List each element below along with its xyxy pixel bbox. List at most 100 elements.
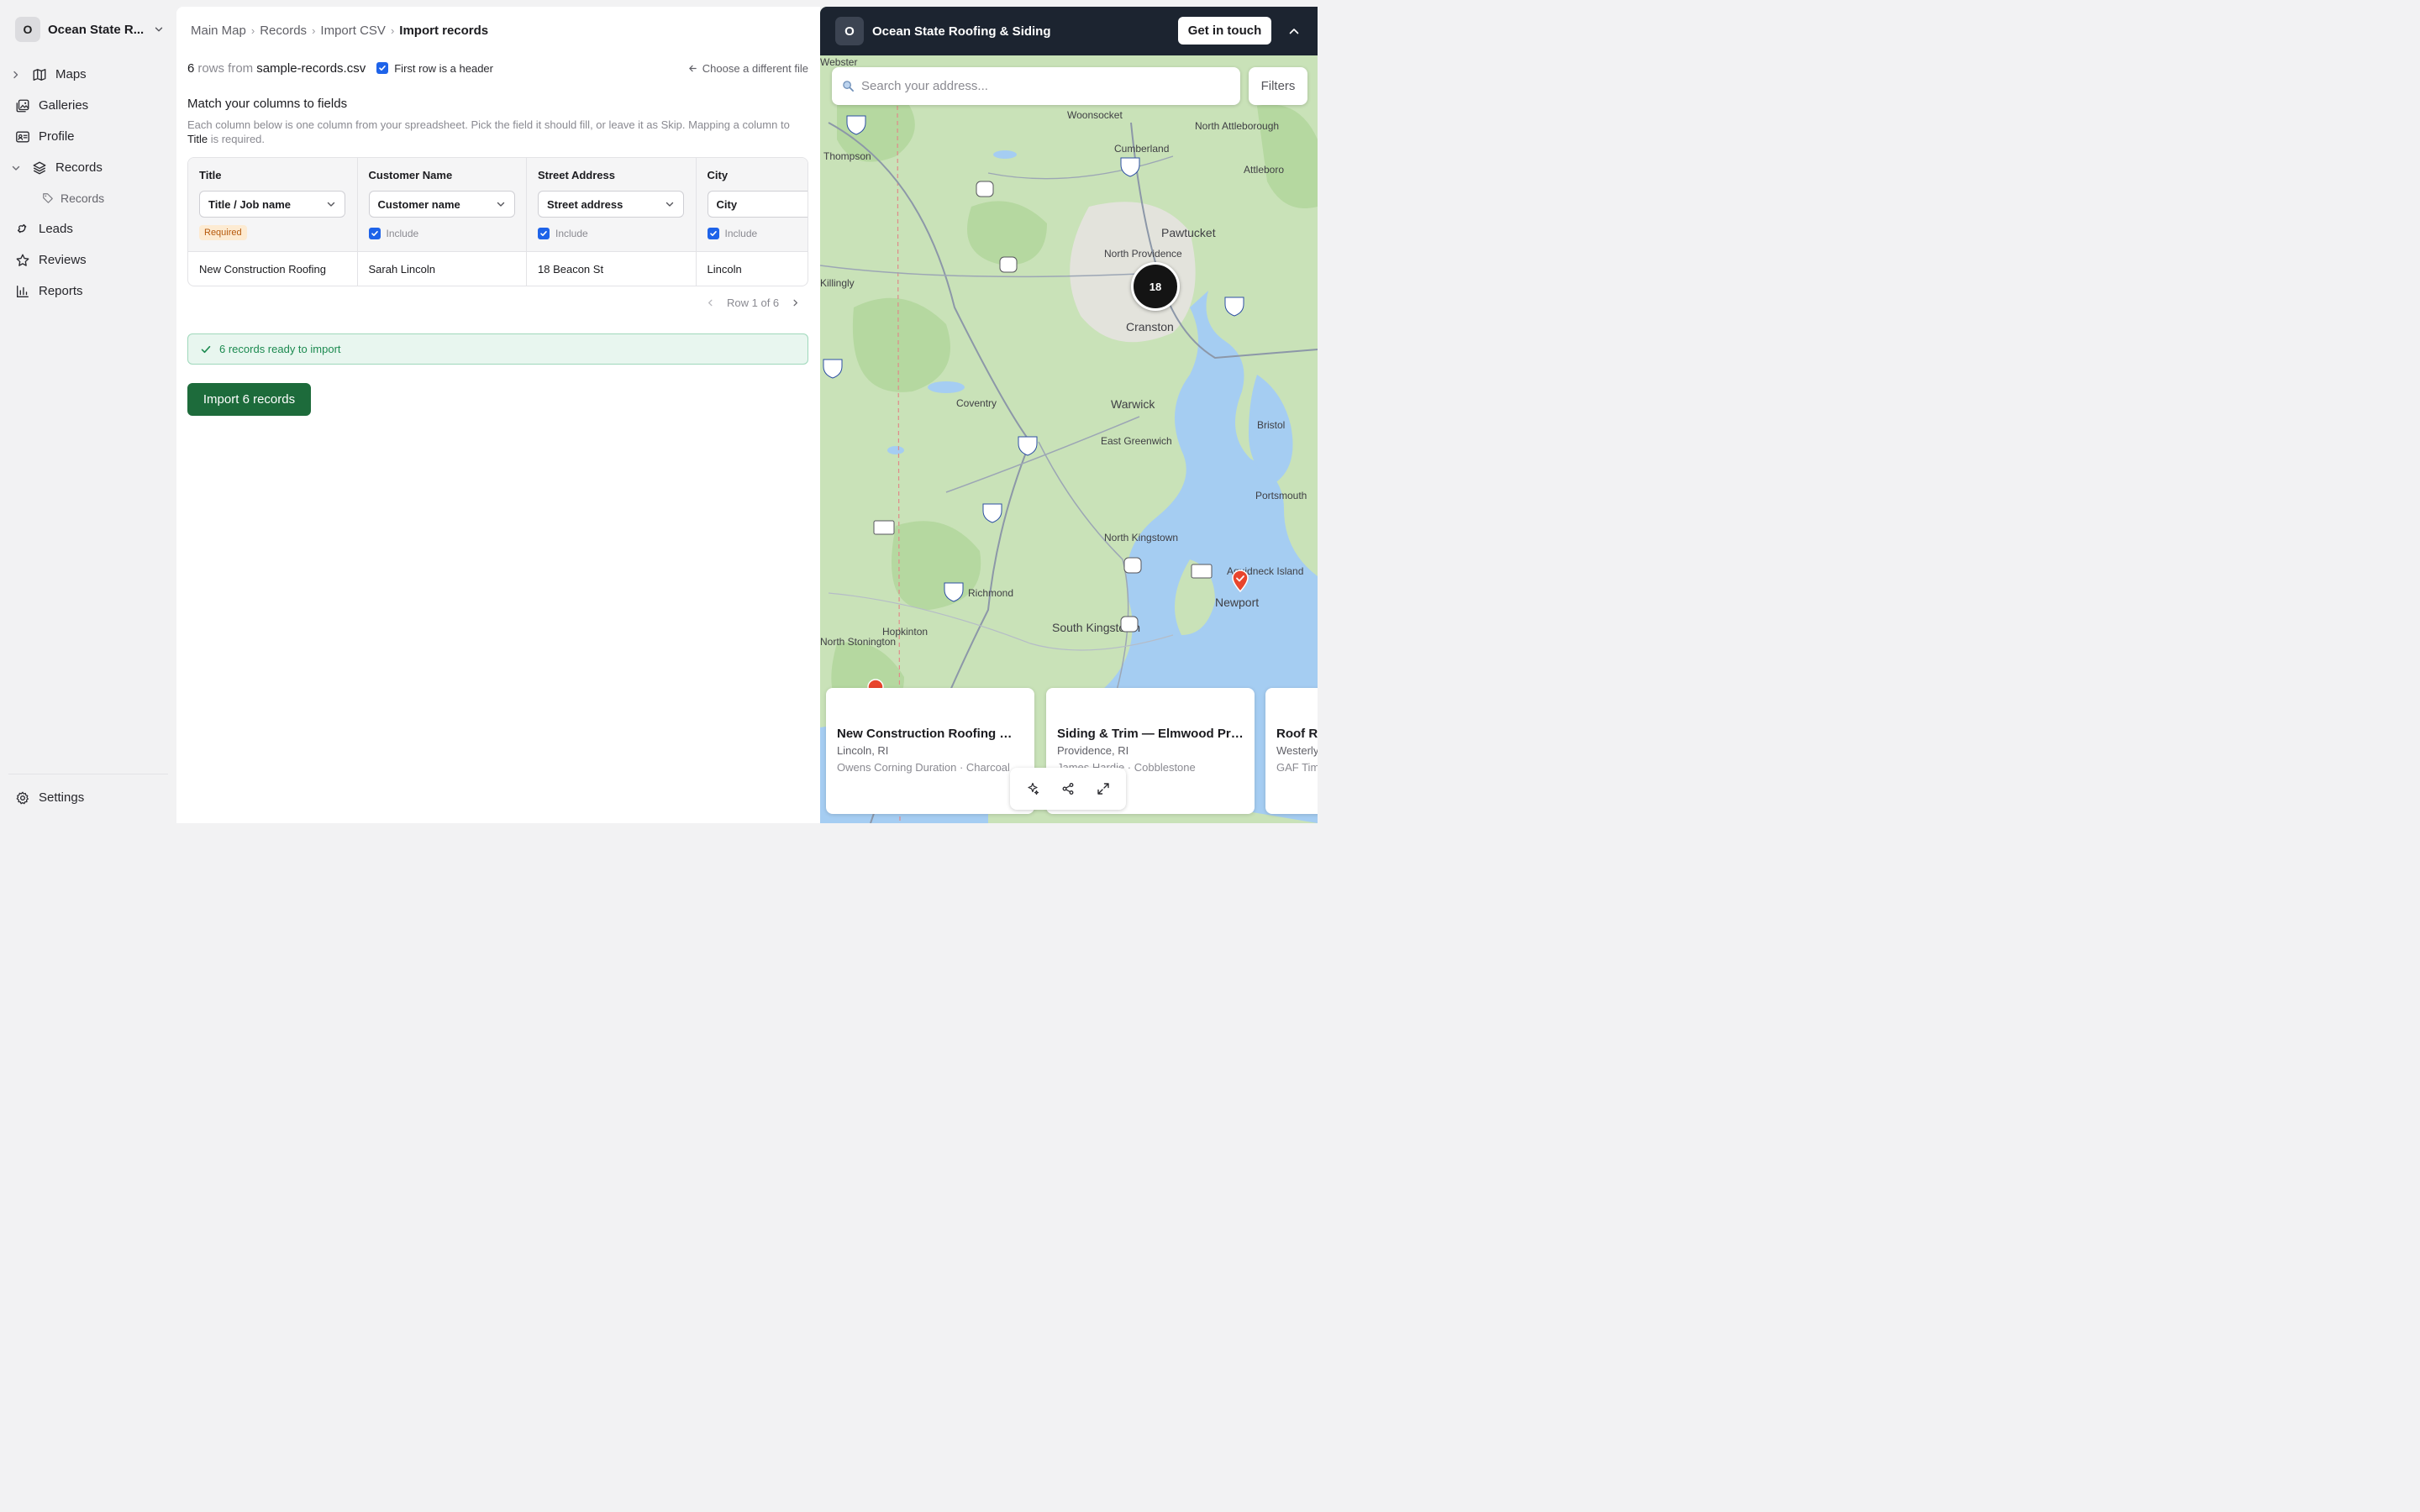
card-title: Roof Re — [1276, 727, 1318, 741]
place-label: Attleboro — [1244, 164, 1284, 176]
card-material: Owens Corning Duration · Charcoal — [837, 761, 1010, 774]
checkbox-checked[interactable] — [376, 62, 389, 74]
mapping-column-header: Title Title / Job name Required — [188, 158, 357, 252]
file-info-row: 6 rows from sample-records.csv First row… — [187, 60, 808, 76]
field-select[interactable]: Title / Job name — [199, 191, 345, 218]
sidebar: O Ocean State R... Maps Galleries Profil… — [0, 0, 176, 823]
expand-button[interactable] — [1090, 775, 1117, 802]
sidebar-item-label: Reports — [39, 284, 83, 298]
place-label: North Kingstown — [1104, 532, 1178, 543]
card-location: Lincoln, RI — [837, 744, 889, 757]
breadcrumb-separator: › — [312, 24, 316, 37]
chevron-right-icon[interactable] — [11, 70, 21, 80]
breadcrumb-main-map[interactable]: Main Map — [191, 24, 246, 38]
place-label: Cumberland — [1114, 143, 1169, 155]
chevron-left-icon[interactable] — [706, 298, 715, 307]
place-label: North Providence — [1104, 248, 1182, 260]
first-row-header-label: First row is a header — [394, 61, 493, 75]
arrow-left-icon — [689, 65, 697, 71]
rows-from-label: rows from — [197, 60, 254, 76]
share-button[interactable] — [1055, 775, 1081, 802]
import-records-button[interactable]: Import 6 records — [187, 383, 311, 416]
card-location: Providence, RI — [1057, 744, 1129, 757]
chevron-down-icon[interactable] — [11, 163, 21, 173]
field-select[interactable]: City — [707, 191, 808, 218]
bar-chart-icon — [17, 285, 29, 297]
place-label: East Greenwich — [1101, 435, 1172, 447]
sidebar-item-reviews[interactable]: Reviews — [0, 244, 176, 276]
card-title: New Construction Roofing — ... — [837, 727, 1023, 741]
place-label: Portsmouth — [1255, 490, 1307, 501]
get-in-touch-button[interactable]: Get in touch — [1178, 17, 1271, 45]
ready-status: 6 records ready to import — [187, 333, 808, 365]
column-name: City — [707, 169, 729, 181]
breadcrumb: Main Map › Records › Import CSV › Import… — [191, 24, 488, 38]
map-widget-preview: Webster Woonsocket North Attleborough Cu… — [820, 7, 1318, 823]
include-toggle[interactable]: Include — [538, 228, 685, 239]
filters-button[interactable]: Filters — [1249, 67, 1307, 105]
breadcrumb-records[interactable]: Records — [260, 24, 307, 38]
first-row-header-toggle[interactable]: First row is a header — [376, 62, 493, 75]
place-label: Thompson — [823, 150, 871, 162]
include-toggle[interactable]: Include — [707, 228, 808, 239]
field-select[interactable]: Street address — [538, 191, 684, 218]
place-label: Coventry — [956, 397, 997, 409]
chevron-right-icon[interactable] — [791, 298, 800, 307]
ready-message: 6 records ready to import — [219, 343, 341, 355]
field-select[interactable]: Customer name — [368, 191, 515, 218]
ai-button[interactable] — [1019, 775, 1046, 802]
place-label: Webster — [820, 56, 857, 68]
workspace-name: Ocean State R... — [48, 22, 145, 37]
sidebar-item-profile[interactable]: Profile — [0, 121, 176, 152]
address-search[interactable] — [832, 67, 1240, 105]
check-icon — [201, 345, 211, 353]
column-name: Title — [199, 169, 222, 181]
field-select-value: Title / Job name — [208, 197, 292, 211]
sample-cell: 18 Beacon St — [538, 262, 604, 276]
sidebar-item-reports[interactable]: Reports — [0, 276, 176, 307]
widget-avatar: O — [835, 17, 864, 45]
sidebar-item-galleries[interactable]: Galleries — [0, 90, 176, 121]
place-label: Pawtucket — [1161, 226, 1216, 239]
check-icon — [709, 231, 717, 236]
search-input[interactable] — [861, 79, 1223, 93]
sidebar-item-leads[interactable]: Leads — [0, 213, 176, 244]
sample-cell: New Construction Roofing — [199, 262, 327, 276]
include-label: Include — [724, 228, 758, 239]
mapping-column-header: City City Include — [696, 158, 808, 252]
sidebar-subitem-records[interactable]: Records — [0, 183, 176, 213]
sidebar-item-label: Settings — [39, 790, 85, 805]
record-card[interactable]: New Construction Roofing — ... Lincoln, … — [826, 688, 1034, 814]
chevron-up-icon[interactable] — [1288, 25, 1300, 37]
mapping-column-header: Street Address Street address Include — [527, 158, 696, 252]
tag-icon — [43, 193, 53, 203]
gallery-icon — [16, 99, 29, 112]
main-panel: Main Map › Records › Import CSV › Import… — [176, 7, 820, 823]
layers-icon — [33, 161, 46, 174]
chevron-down-icon — [497, 202, 504, 207]
choose-different-file-link[interactable]: Choose a different file — [688, 62, 808, 75]
widget-header: O Ocean State Roofing & Siding Get in to… — [820, 7, 1318, 55]
place-label: North Attleborough — [1195, 120, 1279, 132]
record-card[interactable]: Roof Re Westerly GAF Tim — [1265, 688, 1318, 814]
breadcrumb-import-csv[interactable]: Import CSV — [320, 24, 386, 38]
mapping-column: City City Include Lincoln — [696, 158, 808, 286]
map-cluster-marker[interactable]: 18 — [1131, 262, 1180, 311]
page-title: Import records — [399, 24, 489, 38]
map-pin-marker[interactable] — [1231, 570, 1249, 593]
sidebar-item-maps[interactable]: Maps — [0, 59, 176, 90]
sidebar-item-records[interactable]: Records — [0, 152, 176, 183]
include-label: Include — [555, 228, 588, 239]
check-icon — [379, 66, 387, 71]
include-toggle[interactable]: Include — [368, 228, 516, 239]
checkbox-checked[interactable] — [368, 228, 381, 239]
file-name: sample-records.csv — [256, 60, 366, 76]
checkbox-checked[interactable] — [538, 228, 550, 239]
checkbox-checked[interactable] — [707, 228, 719, 239]
place-label: Warwick — [1111, 397, 1155, 411]
sidebar-item-settings[interactable]: Settings — [0, 782, 176, 813]
workspace-switcher[interactable]: O Ocean State R... — [15, 16, 165, 43]
check-icon — [540, 231, 547, 236]
place-label: Richmond — [968, 587, 1013, 599]
check-icon — [371, 231, 378, 236]
